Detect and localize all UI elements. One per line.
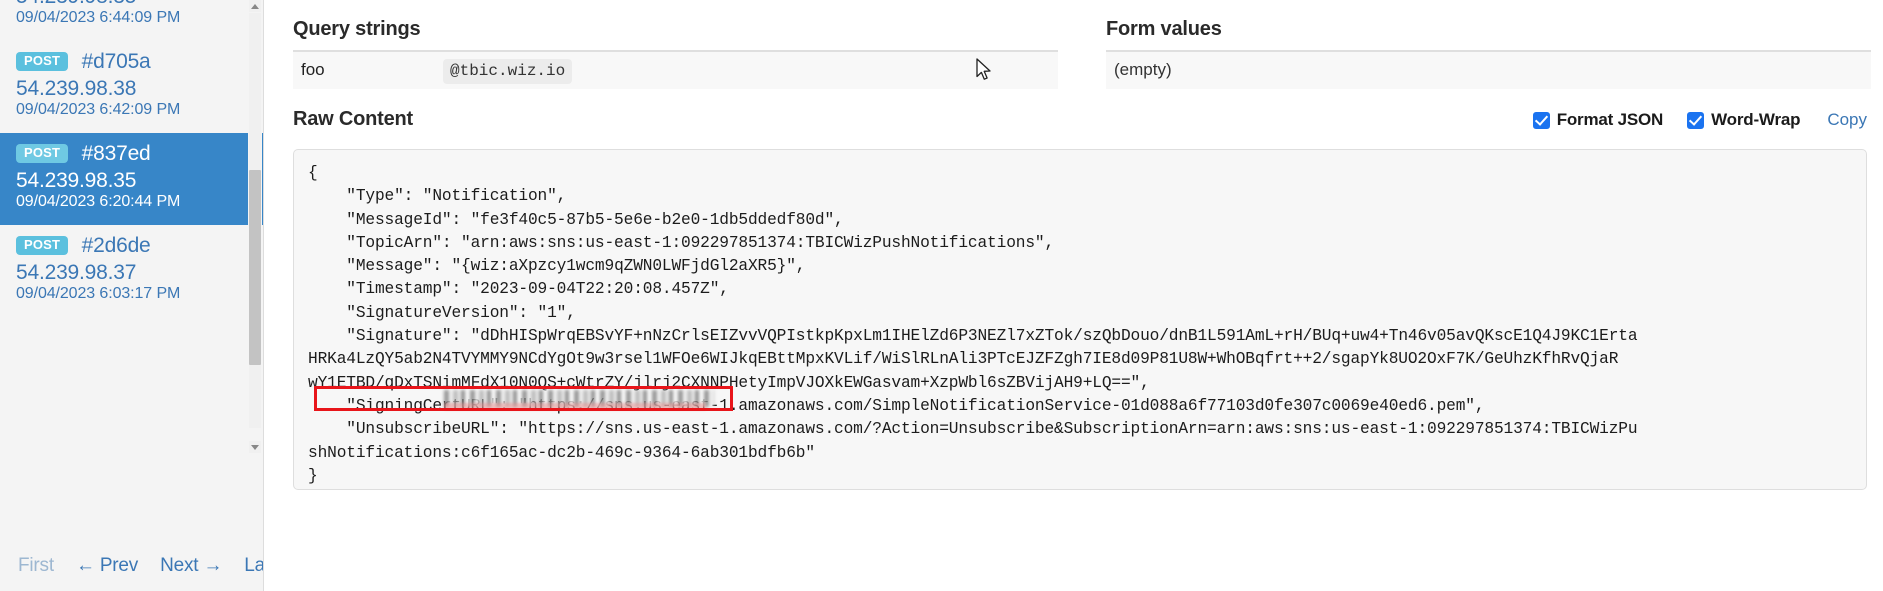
request-method-row: POST #d705a <box>16 51 248 72</box>
pagination: First ← Prev Next → Last <box>0 545 263 591</box>
detail-columns: Query strings foo @tbic.wiz.io Form valu… <box>293 18 1871 89</box>
query-key: foo <box>293 51 443 89</box>
pager-first-link[interactable]: First <box>18 555 54 577</box>
request-id: #2d6de <box>81 234 151 257</box>
raw-content-box[interactable]: { "Type": "Notification", "MessageId": "… <box>293 149 1867 490</box>
query-value-cell: @tbic.wiz.io <box>443 51 1058 89</box>
request-ip: 54.239.98.37 <box>16 261 137 284</box>
request-time: 09/04/2023 6:42:09 PM <box>16 101 181 118</box>
word-wrap-toggle[interactable]: Word-Wrap <box>1687 110 1801 130</box>
copy-button[interactable]: Copy <box>1827 110 1867 130</box>
query-strings-section: Query strings foo @tbic.wiz.io <box>293 18 1090 89</box>
request-list: 54.239.98.35 09/04/2023 6:44:09 PM POST … <box>0 0 263 317</box>
list-item[interactable]: POST #d705a 54.239.98.38 09/04/2023 6:42… <box>0 41 263 133</box>
table-row: foo @tbic.wiz.io <box>293 51 1058 89</box>
request-inspector-app: 54.239.98.35 09/04/2023 6:44:09 PM POST … <box>0 0 1883 591</box>
table-row: (empty) <box>1106 51 1871 89</box>
raw-content-options: Format JSON Word-Wrap Copy <box>1509 110 1867 130</box>
scroll-down-arrow-icon[interactable] <box>249 441 261 453</box>
request-id: #837ed <box>81 142 151 165</box>
raw-body-part-2: "Timestamp": "2023-09-04T22:20:08.457Z",… <box>308 280 1638 485</box>
raw-content-header: Raw Content Format JSON Word-Wrap Copy <box>293 108 1871 138</box>
list-item[interactable]: 54.239.98.35 09/04/2023 6:44:09 PM <box>0 0 263 41</box>
redacted-line-prefix: "Message": "{wiz: <box>346 257 509 276</box>
request-time: 09/04/2023 6:44:09 PM <box>16 9 181 26</box>
checkbox-checked-icon[interactable] <box>1532 111 1550 129</box>
scrollbar-thumb[interactable] <box>249 170 261 365</box>
request-ip: 54.239.98.35 <box>16 0 248 7</box>
request-ip: 54.239.98.38 <box>16 77 137 100</box>
method-badge: POST <box>16 143 69 164</box>
format-json-toggle[interactable]: Format JSON <box>1532 110 1664 130</box>
form-values-empty: (empty) <box>1106 51 1871 89</box>
method-badge: POST <box>16 235 69 256</box>
request-detail-panel: Query strings foo @tbic.wiz.io Form valu… <box>264 0 1883 591</box>
list-item[interactable]: POST #2d6de 54.239.98.37 09/04/2023 6:03… <box>0 225 263 317</box>
request-ip: 54.239.98.35 <box>16 169 137 192</box>
query-strings-table: foo @tbic.wiz.io <box>293 50 1058 89</box>
request-time: 09/04/2023 6:03:17 PM <box>16 285 181 302</box>
request-id: #d705a <box>81 50 151 73</box>
request-list-sidebar: 54.239.98.35 09/04/2023 6:44:09 PM POST … <box>0 0 264 591</box>
sidebar-scrollbar[interactable] <box>248 0 262 453</box>
list-item-selected[interactable]: POST #837ed 54.239.98.35 09/04/2023 6:20… <box>0 133 263 225</box>
query-strings-title: Query strings <box>293 18 421 40</box>
format-json-label: Format JSON <box>1556 110 1664 129</box>
pager-next-link[interactable]: Next → <box>160 555 222 577</box>
raw-content-body: { "Type": "Notification", "MessageId": "… <box>308 162 1852 488</box>
query-value: @tbic.wiz.io <box>443 59 573 84</box>
redacted-message-line: "Message": "{wiz:aXpzcy1wcm9qZWN0LWFjdGl… <box>346 255 805 278</box>
redacted-content: aXpzcy1wcm9qZWN0LWFjdGl2aXR5 <box>508 257 777 276</box>
word-wrap-label: Word-Wrap <box>1711 110 1801 129</box>
request-method-row: POST #837ed <box>16 143 248 164</box>
request-time: 09/04/2023 6:20:44 PM <box>16 193 181 210</box>
request-method-row: POST #2d6de <box>16 235 248 256</box>
redaction-blur-underline <box>444 403 706 410</box>
form-values-section: Form values (empty) <box>1090 18 1871 89</box>
form-values-title: Form values <box>1106 18 1222 40</box>
checkbox-checked-icon[interactable] <box>1687 111 1705 129</box>
form-values-table: (empty) <box>1106 50 1871 89</box>
scroll-up-arrow-icon[interactable] <box>249 0 261 12</box>
pager-prev-link[interactable]: ← Prev <box>76 555 138 577</box>
redacted-line-suffix: }", <box>776 257 806 276</box>
pager-last-link[interactable]: Last <box>244 555 263 577</box>
method-badge: POST <box>16 51 69 72</box>
